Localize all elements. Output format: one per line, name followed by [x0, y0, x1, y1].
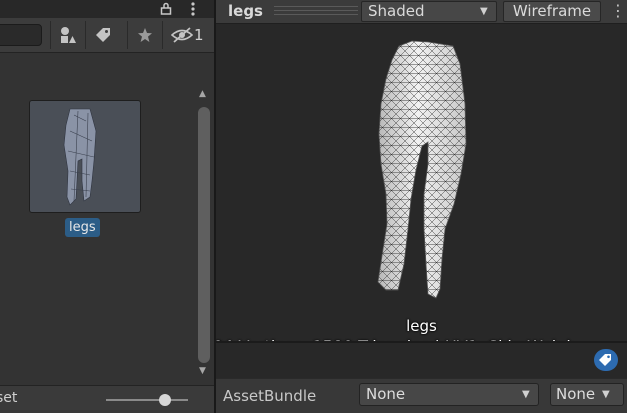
project-toolbar: 1 [0, 18, 214, 53]
project-panel: 1 legs ▲ ▼ set [0, 0, 214, 413]
hidden-count: 1 [194, 26, 204, 44]
eye-slash-icon [171, 27, 193, 43]
shading-mode-dropdown[interactable]: Shaded ▼ [361, 1, 497, 22]
asset-bundle-variant-value: None [556, 385, 596, 403]
preview-title: legs [228, 2, 263, 20]
more-options-icon[interactable]: ⋮ [610, 2, 626, 22]
scrollbar-thumb[interactable] [198, 107, 210, 363]
slider-handle[interactable] [159, 394, 171, 406]
hidden-packages-button[interactable]: 1 [162, 21, 214, 49]
project-footer: set [0, 385, 214, 413]
search-input[interactable] [0, 24, 42, 46]
favorites-button[interactable] [127, 21, 161, 49]
filter-by-label-button[interactable] [85, 21, 119, 49]
mesh-preview-viewport[interactable]: legs 04 Vertices, 1580 Triangles | UV1, … [216, 24, 627, 356]
chevron-down-icon: ▼ [522, 389, 530, 400]
legs-thumbnail-icon [63, 108, 97, 206]
preview-header: legs Shaded ▼ Wireframe ⋮ [216, 0, 627, 24]
wireframe-toggle-button[interactable]: Wireframe [503, 1, 601, 22]
icon-size-slider[interactable] [106, 394, 188, 406]
asset-name-label[interactable]: legs [65, 218, 100, 237]
asset-bundle-name-value: None [366, 385, 406, 403]
shapes-icon [60, 27, 76, 43]
tag-icon [599, 354, 611, 366]
asset-bundle-variant-dropdown[interactable]: None ▼ [550, 383, 624, 406]
more-options-icon[interactable] [190, 1, 196, 19]
asset-thumbnail[interactable] [29, 100, 141, 213]
tag-icon [95, 28, 110, 42]
filter-by-type-button[interactable] [50, 21, 84, 49]
drag-handle[interactable] [274, 6, 358, 15]
asset-bundle-label: AssetBundle [223, 387, 317, 405]
shading-mode-value: Shaded [368, 2, 425, 20]
legs-mesh-model [377, 40, 467, 299]
scroll-down-arrow-icon[interactable]: ▼ [199, 366, 206, 376]
chevron-down-icon: ▼ [480, 6, 488, 17]
preview-panel: legs Shaded ▼ Wireframe ⋮ legs 04 Vertic… [216, 0, 627, 413]
selected-asset-path: set [0, 390, 18, 406]
scroll-up-arrow-icon[interactable]: ▲ [199, 89, 206, 99]
labels-strip [216, 343, 627, 378]
preview-model-name: legs [406, 317, 437, 335]
asset-bundle-name-dropdown[interactable]: None ▼ [359, 383, 539, 406]
asset-labels-button[interactable] [594, 349, 618, 371]
panel-tab-strip [0, 0, 214, 18]
asset-bundle-bar: AssetBundle None ▼ None ▼ [216, 378, 627, 413]
lock-icon[interactable] [160, 2, 172, 17]
star-icon [137, 28, 152, 42]
chevron-down-icon: ▼ [602, 389, 610, 400]
